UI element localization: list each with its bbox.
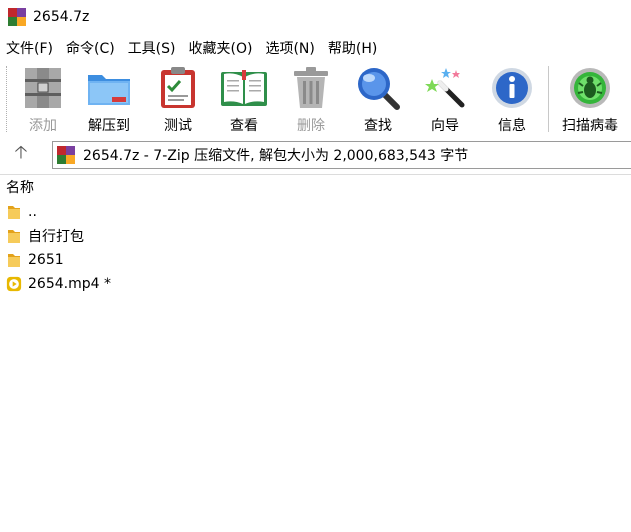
address-bar: 🡡 2654.7z - 7-Zip 压缩文件, 解包大小为 2,000,683,… <box>0 139 631 171</box>
view-label: 查看 <box>230 118 258 134</box>
list-item[interactable]: 2651 <box>0 248 631 272</box>
address-text: 2654.7z - 7-Zip 压缩文件, 解包大小为 2,000,683,54… <box>83 148 469 164</box>
info-button[interactable]: 信息 <box>480 62 544 136</box>
magic-wand-icon <box>421 64 469 112</box>
bug-scan-icon <box>566 64 614 112</box>
list-item[interactable]: 2654.mp4 * <box>0 272 631 296</box>
scan-virus-label: 扫描病毒 <box>562 118 618 134</box>
magnifier-icon <box>354 64 402 112</box>
menu-favorites[interactable]: 收藏夹(O) <box>189 38 253 58</box>
wizard-label: 向导 <box>431 118 459 134</box>
title-bar: 2654.7z <box>0 0 631 34</box>
folder-icon <box>6 227 22 245</box>
menu-commands[interactable]: 命令(C) <box>66 38 115 58</box>
folder-icon <box>6 203 22 221</box>
view-button[interactable]: 查看 <box>212 62 276 136</box>
list-item[interactable]: 自行打包 <box>0 224 631 248</box>
window-title: 2654.7z <box>33 9 90 25</box>
file-list: .. 自行打包 2651 2654.mp4 * <box>0 200 631 296</box>
archive-add-icon <box>19 64 67 112</box>
list-item[interactable]: .. <box>0 200 631 224</box>
trash-icon <box>287 64 335 112</box>
delete-button[interactable]: 删除 <box>279 62 343 136</box>
menu-options[interactable]: 选项(N) <box>265 38 314 58</box>
video-file-icon <box>6 275 22 293</box>
info-label: 信息 <box>498 118 526 134</box>
column-header-name[interactable]: 名称 <box>0 176 631 198</box>
file-name: .. <box>28 204 37 220</box>
column-header-name-label: 名称 <box>6 180 34 196</box>
file-name: 2651 <box>28 252 64 268</box>
add-button[interactable]: 添加 <box>11 62 75 136</box>
app-logo-icon <box>8 8 26 26</box>
wizard-button[interactable]: 向导 <box>413 62 477 136</box>
delete-label: 删除 <box>297 118 325 134</box>
address-field[interactable]: 2654.7z - 7-Zip 压缩文件, 解包大小为 2,000,683,54… <box>52 141 631 169</box>
folder-icon <box>6 251 22 269</box>
archive-type-icon <box>57 146 75 164</box>
toolbar-grip[interactable] <box>6 66 9 132</box>
add-label: 添加 <box>29 118 57 134</box>
toolbar: 添加 解压到 测试 查看 删除 查找 向导 信息 扫描病毒 <box>0 62 631 136</box>
folder-extract-icon <box>85 64 133 112</box>
extract-label: 解压到 <box>88 118 130 134</box>
find-label: 查找 <box>364 118 392 134</box>
scan-virus-button[interactable]: 扫描病毒 <box>555 62 625 136</box>
up-arrow-icon: 🡡 <box>14 142 28 163</box>
test-button[interactable]: 测试 <box>146 62 210 136</box>
toolbar-separator <box>548 66 549 132</box>
list-divider <box>0 174 631 175</box>
menu-tools[interactable]: 工具(S) <box>128 38 176 58</box>
test-label: 测试 <box>164 118 192 134</box>
file-name: 自行打包 <box>28 229 84 245</box>
file-name: 2654.mp4 * <box>28 276 111 292</box>
clipboard-check-icon <box>154 64 202 112</box>
menu-bar: 文件(F) 命令(C) 工具(S) 收藏夹(O) 选项(N) 帮助(H) <box>0 36 631 60</box>
find-button[interactable]: 查找 <box>346 62 410 136</box>
open-book-icon <box>220 64 268 112</box>
info-icon <box>488 64 536 112</box>
extract-button[interactable]: 解压到 <box>77 62 141 136</box>
menu-help[interactable]: 帮助(H) <box>328 38 377 58</box>
up-button[interactable]: 🡡 <box>0 140 42 170</box>
menu-file[interactable]: 文件(F) <box>6 38 53 58</box>
